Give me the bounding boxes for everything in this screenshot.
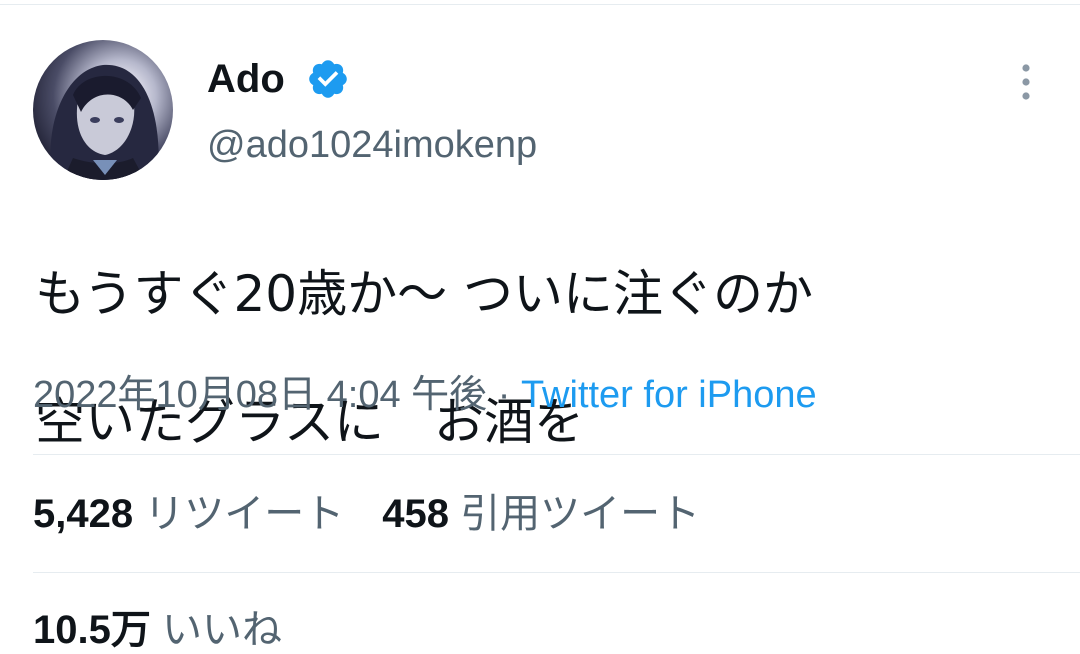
quotes-count: 458 bbox=[382, 492, 449, 536]
meta-separator: · bbox=[487, 374, 521, 416]
retweet-stats-row: 5,428 リツイート 458 引用ツイート bbox=[33, 490, 700, 538]
tweet-text: もうすぐ20歳か〜 ついに注ぐのか 空いたグラスに お酒を bbox=[35, 198, 1055, 518]
display-name[interactable]: Ado bbox=[207, 56, 285, 102]
retweets-count: 5,428 bbox=[33, 492, 134, 536]
avatar[interactable] bbox=[33, 40, 173, 180]
likes-count: 10.5万 bbox=[33, 608, 151, 652]
likes-label: いいね bbox=[161, 608, 282, 652]
top-divider bbox=[0, 4, 1080, 5]
tweet-timestamp[interactable]: 2022年10月08日 4:04 午後 bbox=[33, 374, 487, 416]
retweets-link[interactable]: 5,428 リツイート bbox=[33, 492, 344, 536]
tweet-meta: 2022年10月08日 4:04 午後 · Twitter for iPhone bbox=[33, 372, 817, 418]
likes-link[interactable]: 10.5万 いいね bbox=[33, 608, 282, 652]
avatar-image bbox=[50, 64, 159, 180]
more-options-icon[interactable] bbox=[1010, 60, 1042, 104]
quotes-label: 引用ツイート bbox=[460, 492, 701, 536]
divider bbox=[33, 454, 1080, 455]
author-handle[interactable]: @ado1024imokenp bbox=[207, 122, 537, 168]
retweets-label: リツイート bbox=[144, 492, 345, 536]
quotes-link[interactable]: 458 引用ツイート bbox=[382, 492, 700, 536]
divider bbox=[33, 572, 1080, 573]
verified-badge-icon bbox=[309, 60, 347, 98]
tweet-text-line: もうすぐ20歳か〜 ついに注ぐのか bbox=[35, 265, 814, 323]
tweet-source-link[interactable]: Twitter for iPhone bbox=[521, 374, 817, 416]
likes-stats-row: 10.5万 いいね bbox=[33, 606, 282, 654]
